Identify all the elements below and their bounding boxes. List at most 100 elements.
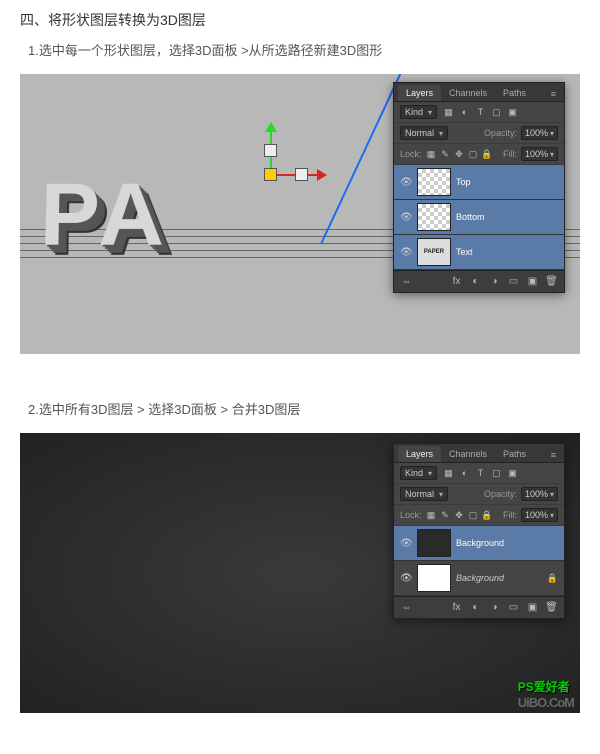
trash-icon[interactable]: 🗑 bbox=[545, 601, 558, 614]
tab-layers[interactable]: Layers bbox=[398, 446, 441, 462]
layer-row-top[interactable]: 👁 Top bbox=[394, 165, 564, 200]
blend-mode-dropdown[interactable]: Normal bbox=[400, 126, 448, 140]
panel-tabs: Layers Channels Paths ≡ bbox=[394, 83, 564, 102]
x-axis-handle[interactable] bbox=[295, 168, 308, 181]
lock-artboard-icon[interactable]: ▢ bbox=[468, 510, 479, 521]
layer-name-label: Bottom bbox=[456, 212, 485, 222]
filter-pixel-icon[interactable]: ▦ bbox=[443, 107, 454, 118]
layer-filter-icons: ▦ ◐ T ▢ ▣ bbox=[443, 468, 518, 479]
filter-adjustment-icon[interactable]: ◐ bbox=[459, 468, 470, 479]
filter-pixel-icon[interactable]: ▦ bbox=[443, 468, 454, 479]
visibility-toggle-icon[interactable]: 👁 bbox=[400, 247, 412, 258]
lock-paint-icon[interactable]: ✎ bbox=[440, 510, 451, 521]
filter-type-icon[interactable]: T bbox=[475, 468, 486, 479]
layer-thumbnail[interactable] bbox=[417, 168, 451, 196]
adjustment-layer-icon[interactable]: ◑ bbox=[488, 275, 501, 288]
canvas-viewport[interactable]: PA Layers Channels Paths ≡ Kind ▦ bbox=[20, 74, 580, 354]
watermark-text-cn: 爱好者 bbox=[534, 680, 570, 694]
layer-list: 👁 Background 👁 Background 🔒 bbox=[394, 526, 564, 596]
blend-mode-dropdown[interactable]: Normal bbox=[400, 487, 448, 501]
step-1-text: 1.选中每一个形状图层，选择3D面板 >从所选路径新建3D图形 bbox=[0, 35, 600, 74]
fill-input[interactable]: 100% bbox=[521, 147, 558, 161]
visibility-toggle-icon[interactable]: 👁 bbox=[400, 212, 412, 223]
layer-list: 👁 Top 👁 Bottom 👁 PAPER Text bbox=[394, 165, 564, 270]
group-icon[interactable]: ▭ bbox=[507, 601, 520, 614]
panel-menu-button[interactable]: ≡ bbox=[547, 448, 560, 462]
layer-row-bottom[interactable]: 👁 Bottom bbox=[394, 200, 564, 235]
panel-footer: ⇔ fx ◐ ◑ ▭ ▣ 🗑 bbox=[394, 596, 564, 618]
locked-icon: 🔒 bbox=[547, 573, 558, 584]
panel-menu-button[interactable]: ≡ bbox=[547, 87, 560, 101]
kind-filter-label: Kind bbox=[405, 107, 423, 117]
visibility-toggle-icon[interactable]: 👁 bbox=[400, 573, 412, 584]
mask-icon[interactable]: ◐ bbox=[469, 601, 482, 614]
fill-label: Fill: bbox=[503, 149, 517, 159]
fx-icon[interactable]: fx bbox=[450, 275, 463, 288]
watermark: PS爱好者 UiBO.CoM bbox=[518, 678, 574, 710]
link-layers-icon[interactable]: ⇔ bbox=[400, 275, 413, 288]
filter-adjustment-icon[interactable]: ◐ bbox=[459, 107, 470, 118]
figure-2: Layers Channels Paths ≡ Kind ▦ ◐ T ▢ ▣ bbox=[20, 433, 580, 713]
figure-1: PA Layers Channels Paths ≡ Kind ▦ bbox=[20, 74, 580, 354]
visibility-toggle-icon[interactable]: 👁 bbox=[400, 538, 412, 549]
layer-name-label: Text bbox=[456, 247, 473, 257]
layer-name-label: Background bbox=[456, 538, 504, 548]
layer-row-background-3d[interactable]: 👁 Background bbox=[394, 526, 564, 561]
fill-input[interactable]: 100% bbox=[521, 508, 558, 522]
mask-icon[interactable]: ◐ bbox=[469, 275, 482, 288]
lock-position-icon[interactable]: ✥ bbox=[454, 149, 465, 160]
y-axis-handle[interactable] bbox=[264, 144, 277, 157]
new-layer-icon[interactable]: ▣ bbox=[526, 275, 539, 288]
filter-smartobj-icon[interactable]: ▣ bbox=[507, 107, 518, 118]
section-heading: 四、将形状图层转换为3D图层 bbox=[0, 0, 600, 35]
layer-row-text[interactable]: 👁 PAPER Text bbox=[394, 235, 564, 270]
layer-filter-icons: ▦ ◐ T ▢ ▣ bbox=[443, 107, 518, 118]
layer-thumbnail[interactable] bbox=[417, 203, 451, 231]
filter-smartobj-icon[interactable]: ▣ bbox=[507, 468, 518, 479]
lock-all-icon[interactable]: 🔒 bbox=[482, 510, 493, 521]
opacity-label: Opacity: bbox=[484, 489, 517, 499]
kind-filter-label: Kind bbox=[405, 468, 423, 478]
tab-channels[interactable]: Channels bbox=[441, 446, 495, 462]
trash-icon[interactable]: 🗑 bbox=[545, 275, 558, 288]
lock-all-icon[interactable]: 🔒 bbox=[482, 149, 493, 160]
tab-paths[interactable]: Paths bbox=[495, 446, 534, 462]
blend-mode-value: Normal bbox=[405, 128, 434, 138]
filter-shape-icon[interactable]: ▢ bbox=[491, 107, 502, 118]
3d-text-object[interactable]: PA bbox=[39, 166, 170, 267]
new-layer-icon[interactable]: ▣ bbox=[526, 601, 539, 614]
layer-thumbnail[interactable] bbox=[417, 564, 451, 592]
lock-label: Lock: bbox=[400, 149, 422, 159]
group-icon[interactable]: ▭ bbox=[507, 275, 520, 288]
tab-channels[interactable]: Channels bbox=[441, 85, 495, 101]
opacity-input[interactable]: 100% bbox=[521, 126, 558, 140]
gizmo-origin-handle[interactable] bbox=[264, 168, 277, 181]
canvas-viewport[interactable]: Layers Channels Paths ≡ Kind ▦ ◐ T ▢ ▣ bbox=[20, 433, 580, 713]
tab-layers[interactable]: Layers bbox=[398, 85, 441, 101]
kind-filter-dropdown[interactable]: Kind bbox=[400, 105, 437, 119]
opacity-input[interactable]: 100% bbox=[521, 487, 558, 501]
lock-artboard-icon[interactable]: ▢ bbox=[468, 149, 479, 160]
layer-name-label: Background bbox=[456, 573, 504, 583]
blend-mode-value: Normal bbox=[405, 489, 434, 499]
kind-filter-dropdown[interactable]: Kind bbox=[400, 466, 437, 480]
layer-row-background[interactable]: 👁 Background 🔒 bbox=[394, 561, 564, 596]
panel-footer: ⇔ fx ◐ ◑ ▭ ▣ 🗑 bbox=[394, 270, 564, 292]
lock-transparency-icon[interactable]: ▦ bbox=[426, 149, 437, 160]
watermark-text-ps: PS bbox=[518, 680, 534, 694]
filter-shape-icon[interactable]: ▢ bbox=[491, 468, 502, 479]
link-layers-icon[interactable]: ⇔ bbox=[400, 601, 413, 614]
opacity-label: Opacity: bbox=[484, 128, 517, 138]
adjustment-layer-icon[interactable]: ◑ bbox=[488, 601, 501, 614]
layer-thumbnail[interactable]: PAPER bbox=[417, 238, 451, 266]
fx-icon[interactable]: fx bbox=[450, 601, 463, 614]
tab-paths[interactable]: Paths bbox=[495, 85, 534, 101]
lock-label: Lock: bbox=[400, 510, 422, 520]
layer-thumbnail[interactable] bbox=[417, 529, 451, 557]
lock-position-icon[interactable]: ✥ bbox=[454, 510, 465, 521]
visibility-toggle-icon[interactable]: 👁 bbox=[400, 177, 412, 188]
layers-panel: Layers Channels Paths ≡ Kind ▦ ◐ T ▢ ▣ bbox=[393, 443, 565, 619]
lock-transparency-icon[interactable]: ▦ bbox=[426, 510, 437, 521]
filter-type-icon[interactable]: T bbox=[475, 107, 486, 118]
lock-paint-icon[interactable]: ✎ bbox=[440, 149, 451, 160]
